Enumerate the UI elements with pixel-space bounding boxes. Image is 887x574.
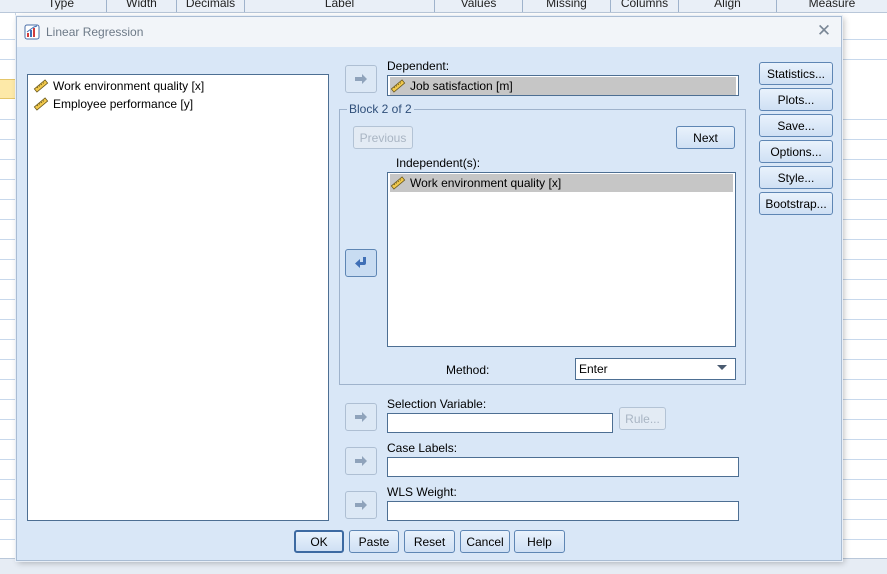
wls-weight-label: WLS Weight: <box>387 485 457 499</box>
column-header-columns[interactable]: Columns <box>611 0 679 12</box>
method-label: Method: <box>446 363 490 377</box>
column-header-values[interactable]: Values <box>435 0 523 12</box>
arrow-right-icon <box>355 500 367 510</box>
independents-list[interactable]: Work environment quality [x] <box>387 172 736 347</box>
options-button[interactable]: Options... <box>759 140 833 163</box>
close-icon[interactable]: ✕ <box>813 20 835 42</box>
dependent-variable-item[interactable]: Job satisfaction [m] <box>390 77 736 95</box>
dependent-label: Dependent: <box>387 59 450 73</box>
chevron-down-icon <box>717 365 727 370</box>
paste-button[interactable]: Paste <box>349 530 399 553</box>
previous-button[interactable]: Previous <box>353 126 413 149</box>
list-item-label: Employee performance [y] <box>53 97 194 111</box>
bootstrap-button[interactable]: Bootstrap... <box>759 192 833 215</box>
block-group: Block 2 of 2 Previous Next Independent(s… <box>339 102 746 385</box>
selection-variable-field[interactable] <box>387 413 613 433</box>
move-to-wls-weight-button[interactable] <box>345 491 377 519</box>
dialog-title: Linear Regression <box>46 25 144 39</box>
reset-button[interactable]: Reset <box>404 530 455 553</box>
selected-row-marker <box>0 79 16 99</box>
column-header-measure[interactable]: Measure <box>777 0 887 12</box>
list-item-label: Work environment quality [x] <box>53 79 205 93</box>
selection-variable-label: Selection Variable: <box>387 397 487 411</box>
list-item[interactable]: Work environment quality [x] <box>33 77 204 95</box>
rule-button[interactable]: Rule... <box>619 407 666 430</box>
variable-view-header: Type Width Decimals Label Values Missing… <box>0 0 887 13</box>
help-button[interactable]: Help <box>514 530 565 553</box>
column-header-align[interactable]: Align <box>679 0 777 12</box>
column-header-type[interactable]: Type <box>16 0 107 12</box>
column-header-decimals[interactable]: Decimals <box>177 0 245 12</box>
dependent-field[interactable]: Job satisfaction [m] <box>387 75 739 96</box>
source-variable-list[interactable]: Work environment quality [x] Employee pe… <box>27 74 329 521</box>
next-button[interactable]: Next <box>676 126 735 149</box>
arrow-right-icon <box>355 412 367 422</box>
style-button[interactable]: Style... <box>759 166 833 189</box>
list-item[interactable]: Employee performance [y] <box>33 95 193 113</box>
wls-weight-field[interactable] <box>387 501 739 521</box>
arrow-right-icon <box>355 456 367 466</box>
case-labels-label: Case Labels: <box>387 441 458 455</box>
column-header-missing[interactable]: Missing <box>523 0 611 12</box>
arrow-return-icon <box>355 257 366 268</box>
spss-app-icon <box>24 24 40 40</box>
independents-label: Independent(s): <box>396 156 481 170</box>
method-value: Enter <box>579 362 608 376</box>
case-labels-field[interactable] <box>387 457 739 477</box>
move-to-independents-button[interactable] <box>345 249 377 277</box>
column-header-label[interactable]: Label <box>245 0 435 12</box>
linear-regression-dialog: Linear Regression ✕ Work environment qua… <box>16 16 842 561</box>
independent-value: Work environment quality [x] <box>410 176 562 190</box>
statistics-button[interactable]: Statistics... <box>759 62 833 85</box>
independent-variable-item[interactable]: Work environment quality [x] <box>390 174 733 192</box>
method-dropdown[interactable]: Enter <box>575 358 736 380</box>
cancel-button[interactable]: Cancel <box>460 530 510 553</box>
move-to-dependent-button[interactable] <box>345 65 377 93</box>
scale-ruler-icon <box>390 176 406 190</box>
dependent-value: Job satisfaction [m] <box>410 79 513 93</box>
arrow-right-icon <box>355 74 367 84</box>
block-title: Block 2 of 2 <box>347 102 414 116</box>
ok-button[interactable]: OK <box>294 530 344 553</box>
save-button[interactable]: Save... <box>759 114 833 137</box>
move-to-selection-button[interactable] <box>345 403 377 431</box>
move-to-case-labels-button[interactable] <box>345 447 377 475</box>
scale-ruler-icon <box>33 97 49 111</box>
column-header-width[interactable]: Width <box>107 0 177 12</box>
plots-button[interactable]: Plots... <box>759 88 833 111</box>
dialog-titlebar: Linear Regression ✕ <box>17 17 841 47</box>
scale-ruler-icon <box>33 79 49 93</box>
scale-ruler-icon <box>390 79 406 93</box>
